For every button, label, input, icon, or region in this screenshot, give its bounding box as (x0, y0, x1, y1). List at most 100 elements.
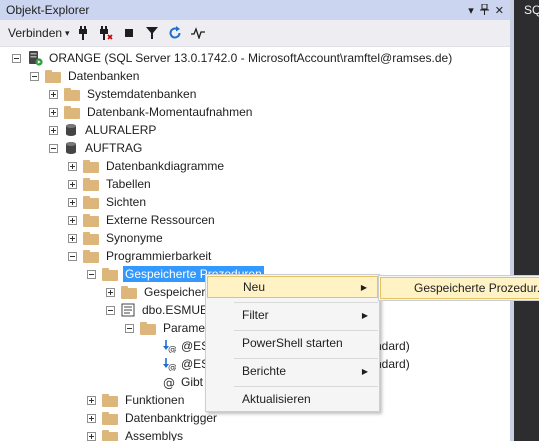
tree-node-parameters[interactable]: Paramet (125, 319, 210, 337)
folder-icon (102, 411, 118, 425)
tree-node-assemblys[interactable]: Assemblys (87, 427, 185, 441)
folder-icon (64, 105, 80, 119)
tree-node-synonyms[interactable]: Synonyme (68, 229, 165, 247)
menu-item-filter[interactable]: Filter ▶ (207, 304, 378, 326)
collapse-icon[interactable] (87, 269, 96, 279)
expand-icon[interactable] (87, 431, 96, 441)
tree-node-systemdb[interactable]: Systemdatenbanken (49, 85, 198, 103)
tree-node-param-1[interactable]: @ @ES (162, 337, 211, 355)
tree-node-param-return[interactable]: @ Gibt (162, 373, 205, 391)
node-label: Datenbank-Momentaufnahmen (87, 105, 253, 119)
menu-separator (234, 302, 378, 303)
input-parameter-icon: @ (162, 357, 176, 371)
node-label: Paramet (163, 321, 209, 335)
refresh-icon[interactable] (165, 26, 185, 40)
collapse-icon[interactable] (106, 305, 115, 315)
folder-icon (83, 231, 99, 245)
svg-text:@: @ (163, 376, 175, 389)
submenu-arrow-icon: ▶ (361, 366, 368, 376)
disconnect-icon[interactable] (96, 26, 116, 40)
menu-item-reports[interactable]: Berichte ▶ (207, 360, 378, 382)
activity-monitor-icon[interactable] (188, 27, 208, 39)
menu-item-label: Gespeicherte Prozedur... (414, 281, 539, 295)
tree-node-views[interactable]: Sichten (68, 193, 148, 211)
node-label: AUFTRAG (85, 141, 143, 155)
dropdown-arrow-icon[interactable]: ▾ (468, 4, 474, 17)
menu-item-refresh[interactable]: Aktualisieren (207, 388, 378, 410)
tree-node-snapshots[interactable]: Datenbank-Momentaufnahmen (49, 103, 254, 121)
menu-item-new[interactable]: Neu ▶ (207, 276, 378, 298)
collapse-icon[interactable] (125, 323, 134, 333)
tree-node-db-triggers[interactable]: Datenbanktrigger (87, 409, 219, 427)
tree-node-functions[interactable]: Funktionen (87, 391, 186, 409)
tree-node-diagrams[interactable]: Datenbankdiagramme (68, 157, 226, 175)
param-type-text: ndard) (375, 357, 410, 371)
editor-tab-label[interactable]: SQ (524, 3, 539, 17)
tree-node-system-procedures[interactable]: Gespeichert (106, 283, 211, 301)
menu-item-powershell[interactable]: PowerShell starten (207, 332, 378, 354)
folder-icon (121, 285, 137, 299)
node-label: Gibt (181, 375, 204, 389)
filter-icon[interactable] (142, 27, 162, 39)
tree-node-tables[interactable]: Tabellen (68, 175, 153, 193)
svg-text:@: @ (168, 363, 176, 371)
tree-node-databases[interactable]: Datenbanken (30, 67, 141, 85)
expand-icon[interactable] (68, 215, 77, 225)
collapse-icon[interactable] (12, 53, 21, 63)
tree-node-auftrag[interactable]: AUFTRAG (49, 139, 144, 157)
expand-icon[interactable] (87, 395, 96, 405)
folder-icon (102, 267, 118, 281)
folder-icon (102, 429, 118, 441)
expand-icon[interactable] (106, 287, 115, 297)
menu-item-label: Neu (243, 280, 266, 294)
node-label: Synonyme (106, 231, 163, 245)
chevron-down-icon: ▾ (65, 27, 70, 38)
expand-icon[interactable] (68, 161, 77, 171)
folder-icon (83, 249, 99, 263)
node-label: Programmierbarkeit (106, 249, 212, 263)
folder-icon (140, 321, 156, 335)
menu-item-label: Berichte (242, 364, 287, 378)
node-label: Tabellen (106, 177, 151, 191)
input-parameter-icon: @ (162, 339, 176, 353)
folder-icon (45, 69, 61, 83)
expand-icon[interactable] (49, 125, 58, 135)
stop-icon[interactable] (119, 28, 139, 38)
collapse-icon[interactable] (49, 143, 58, 153)
pin-icon[interactable] (479, 4, 489, 17)
folder-icon (83, 177, 99, 191)
panel-controls: ▾ ✕ (468, 4, 510, 17)
expand-icon[interactable] (49, 89, 58, 99)
param-type-text: ndard) (375, 339, 410, 353)
menu-separator (234, 386, 378, 387)
menu-item-new-stored-procedure[interactable]: Gespeicherte Prozedur... (380, 277, 539, 299)
database-icon (64, 141, 78, 156)
collapse-icon[interactable] (68, 251, 77, 261)
expand-icon[interactable] (87, 413, 96, 423)
collapse-icon[interactable] (30, 71, 39, 81)
menu-separator (234, 330, 378, 331)
tree-node-programmability[interactable]: Programmierbarkeit (68, 247, 213, 265)
expand-icon[interactable] (68, 179, 77, 189)
expand-icon[interactable] (68, 197, 77, 207)
explorer-toolbar: Verbinden ▾ (0, 20, 510, 47)
connect-plug-icon[interactable] (73, 26, 93, 40)
folder-icon (64, 87, 80, 101)
connect-button[interactable]: Verbinden ▾ (0, 26, 70, 40)
expand-icon[interactable] (49, 107, 58, 117)
new-submenu: Gespeicherte Prozedur... (378, 275, 539, 301)
close-icon[interactable]: ✕ (495, 4, 504, 17)
expand-icon[interactable] (68, 233, 77, 243)
server-label: ORANGE (SQL Server 13.0.1742.0 - Microso… (49, 51, 453, 65)
tree-node-aluralerp[interactable]: ALURALERP (49, 121, 158, 139)
object-explorer-titlebar: Objekt-Explorer ▾ ✕ (0, 0, 510, 20)
tree-node-param-2[interactable]: @ @ES (162, 355, 211, 373)
folder-icon (83, 159, 99, 173)
node-label: Datenbanktrigger (125, 411, 218, 425)
node-label: Gespeichert (144, 285, 209, 299)
tree-node-proc-esmue[interactable]: dbo.ESMUE (106, 301, 210, 319)
param-1-type-tail: ndard) (375, 337, 410, 355)
database-icon (64, 123, 78, 138)
tree-node-external[interactable]: Externe Ressourcen (68, 211, 217, 229)
tree-node-server[interactable]: ORANGE (SQL Server 13.0.1742.0 - Microso… (12, 49, 454, 67)
